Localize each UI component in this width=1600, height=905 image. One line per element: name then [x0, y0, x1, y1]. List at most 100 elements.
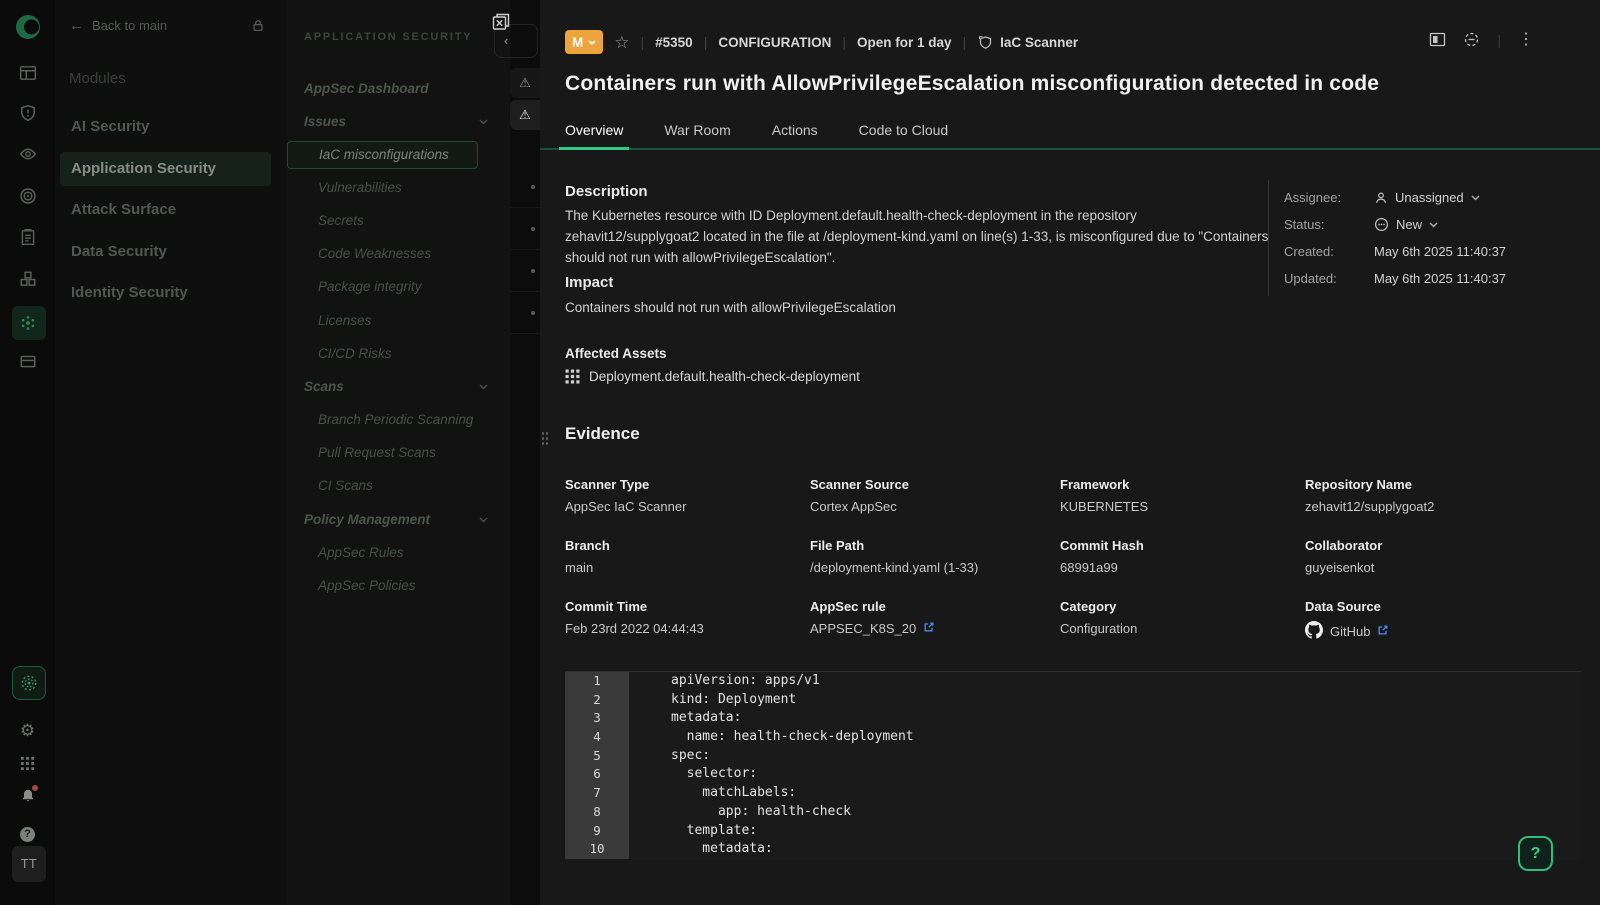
panel-item-pull-request-scans[interactable]: Pull Request Scans — [318, 439, 436, 467]
evidence-field-framework: Framework KUBERNETES — [1060, 477, 1305, 514]
open-in-new-window-icon[interactable] — [491, 12, 511, 32]
sidebar-item-data-security[interactable]: Data Security — [60, 235, 271, 269]
panel-item-policy-management[interactable]: Policy Management — [304, 506, 430, 534]
tab-overview[interactable]: Overview — [565, 118, 623, 148]
issues-chevron-down-icon[interactable] — [479, 108, 489, 136]
panel-item-iac-misconfigurations[interactable]: IaC misconfigurations — [287, 141, 478, 169]
panel-item-licenses[interactable]: Licenses — [318, 307, 371, 335]
panel-item-package-integrity[interactable]: Package integrity — [318, 273, 422, 301]
panel-item-appsec-dashboard[interactable]: AppSec Dashboard — [304, 75, 429, 103]
tab-actions[interactable]: Actions — [772, 118, 818, 148]
impact-text: Containers should not run with allowPriv… — [565, 300, 896, 315]
created-label: Created: — [1284, 244, 1374, 259]
divider: | — [963, 34, 967, 50]
panel-item-cicd-risks[interactable]: CI/CD Risks — [318, 340, 392, 368]
issue-tab-slot[interactable] — [510, 250, 540, 292]
issue-age: Open for 1 day — [857, 35, 952, 50]
tab-dot-icon — [531, 269, 535, 273]
issue-type: CONFIGURATION — [718, 35, 831, 50]
panel-item-appsec-policies[interactable]: AppSec Policies — [318, 572, 416, 600]
evidence-field-collaborator: Collaborator guyeisenkot — [1305, 538, 1575, 575]
external-link-icon[interactable] — [923, 621, 935, 636]
notification-badge — [32, 785, 38, 791]
user-avatar[interactable]: TT — [12, 846, 46, 882]
chevron-down-icon — [588, 40, 596, 45]
evidence-field-data-source: Data Source GitHub — [1305, 599, 1575, 642]
sidebar-item-attack-surface[interactable]: Attack Surface — [60, 193, 271, 227]
panel-item-vulnerabilities[interactable]: Vulnerabilities — [318, 174, 402, 202]
external-link-icon[interactable] — [1377, 624, 1389, 639]
evidence-field-scanner-type: Scanner Type AppSec IaC Scanner — [565, 477, 810, 514]
tab-dot-icon — [531, 227, 535, 231]
updated-value: May 6th 2025 11:40:37 — [1374, 271, 1506, 286]
back-arrow-icon: ← — [69, 17, 84, 34]
assignee-label: Assignee: — [1284, 190, 1374, 205]
evidence-title: Evidence — [565, 424, 640, 444]
chevron-down-icon — [1429, 222, 1438, 228]
radar-scan-box[interactable] — [12, 666, 46, 700]
cortex-logo[interactable] — [13, 12, 44, 43]
scanner-chip: IaC Scanner — [977, 34, 1078, 50]
description-title: Description — [565, 183, 648, 200]
appsec-sunburst-icon[interactable] — [19, 314, 37, 332]
apps-grid-icon[interactable] — [0, 756, 55, 776]
sidebar-item-identity-security[interactable]: Identity Security — [60, 276, 271, 310]
star-favorite-icon[interactable]: ☆ — [614, 34, 629, 51]
back-label: Back to main — [92, 18, 167, 33]
panel-item-ci-scans[interactable]: CI Scans — [318, 472, 373, 500]
eye-icon[interactable] — [19, 145, 37, 163]
tab-code-to-cloud[interactable]: Code to Cloud — [859, 118, 949, 148]
kebab-menu-icon[interactable]: ⋮ — [1518, 32, 1534, 48]
code-viewer[interactable]: 1apiVersion: apps/v1 2kind: Deployment 3… — [565, 671, 1581, 860]
tab-war-room[interactable]: War Room — [664, 118, 730, 148]
back-to-main-button[interactable]: ← Back to main — [69, 17, 167, 34]
panel-item-secrets[interactable]: Secrets — [318, 207, 364, 235]
sidebar-item-application-security[interactable]: Application Security — [60, 152, 271, 186]
issue-tab-warning-2-active[interactable]: ⚠ — [510, 100, 540, 130]
status-dropdown[interactable]: New — [1374, 217, 1438, 232]
panel-item-code-weaknesses[interactable]: Code Weaknesses — [318, 240, 431, 268]
divider: | — [641, 34, 645, 50]
evidence-field-scanner-source: Scanner Source Cortex AppSec — [810, 477, 1060, 514]
module-icon-rail: ⚙ ? TT — [0, 0, 55, 905]
scans-chevron-down-icon[interactable] — [479, 373, 489, 401]
panel-item-appsec-rules[interactable]: AppSec Rules — [318, 539, 404, 567]
drag-handle[interactable] — [541, 431, 549, 445]
issue-tab-slot[interactable] — [510, 166, 540, 208]
policy-management-chevron-down-icon[interactable] — [479, 506, 489, 534]
github-icon — [1305, 621, 1323, 642]
tab-dot-icon — [531, 185, 535, 189]
help-icon[interactable]: ? — [0, 824, 55, 842]
severity-badge-dropdown[interactable]: M — [565, 30, 603, 54]
lock-icon[interactable] — [251, 18, 265, 38]
divider: | — [1497, 32, 1501, 48]
card-archive-icon[interactable] — [19, 352, 37, 370]
target-icon[interactable] — [19, 187, 37, 205]
description-text: The Kubernetes resource with ID Deployme… — [565, 205, 1271, 268]
assignee-dropdown[interactable]: Unassigned — [1374, 190, 1480, 205]
settings-gear-icon[interactable]: ⚙ — [0, 722, 55, 741]
evidence-field-branch: Branch main — [565, 538, 810, 575]
issue-tabs: Overview War Room Actions Code to Cloud — [540, 118, 1600, 150]
focus-target-icon[interactable] — [1463, 31, 1480, 48]
panel-item-issues[interactable]: Issues — [304, 108, 346, 136]
dashboard-icon[interactable] — [19, 64, 37, 82]
issue-tab-warning-1[interactable]: ⚠ — [510, 68, 540, 98]
help-button[interactable]: ? — [1518, 836, 1553, 871]
status-label: Status: — [1284, 217, 1374, 232]
clipboard-icon[interactable] — [19, 228, 37, 246]
impact-title: Impact — [565, 274, 613, 291]
issue-tab-strip: ⚠ ⚠ — [510, 0, 540, 905]
issue-tab-slot[interactable] — [510, 292, 540, 334]
affected-asset-row[interactable]: Deployment.default.health-check-deployme… — [565, 369, 860, 384]
sidebar-item-ai-security[interactable]: AI Security — [60, 110, 271, 144]
evidence-field-commit-time: Commit Time Feb 23rd 2022 04:44:43 — [565, 599, 810, 642]
notifications-bell-icon[interactable] — [0, 788, 55, 809]
layout-panel-icon[interactable] — [1429, 31, 1446, 48]
issue-tab-slot[interactable] — [510, 208, 540, 250]
shield-alert-icon[interactable] — [19, 104, 37, 122]
warning-triangle-icon: ⚠ — [519, 75, 531, 91]
panel-item-scans[interactable]: Scans — [304, 373, 344, 401]
org-blocks-icon[interactable] — [19, 270, 37, 288]
panel-item-branch-periodic-scanning[interactable]: Branch Periodic Scanning — [318, 406, 473, 434]
